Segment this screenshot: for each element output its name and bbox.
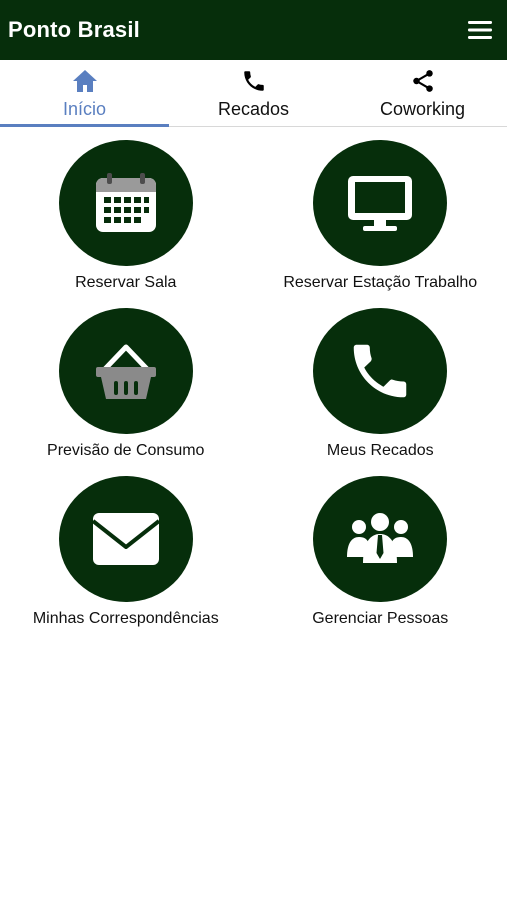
tile-label: Minhas Correspondências <box>32 610 219 627</box>
tab-inicio[interactable]: Início <box>0 60 169 127</box>
tab-label: Início <box>62 99 107 119</box>
menu-grid: Reservar Sala Reservar Estação Trabalho <box>0 127 507 628</box>
envelope-icon <box>91 513 160 565</box>
phone-icon <box>354 344 407 398</box>
tile-circle <box>58 476 193 602</box>
people-icon <box>347 513 414 563</box>
meus-recados-tile[interactable]: Meus Recados <box>254 308 507 460</box>
phone-icon <box>243 71 264 91</box>
share-icon <box>412 70 433 92</box>
menu-button[interactable] <box>463 13 497 47</box>
tile-label: Previsão de Consumo <box>47 442 205 459</box>
minhas-correspondencias-tile[interactable]: Minhas Correspondências <box>0 476 253 628</box>
tile-circle <box>58 140 193 266</box>
gerenciar-pessoas-tile[interactable]: Gerenciar Pessoas <box>254 476 507 628</box>
app-title: Ponto Brasil <box>8 17 140 42</box>
tile-label: Gerenciar Pessoas <box>312 610 449 627</box>
reservar-sala-tile[interactable]: Reservar Sala <box>0 140 253 292</box>
tile-circle <box>313 308 448 434</box>
tile-circle <box>58 308 193 434</box>
monitor-icon <box>348 176 413 231</box>
tile-label: Reservar Sala <box>75 274 177 291</box>
previsao-de-consumo-tile[interactable]: Previsão de Consumo <box>0 308 253 460</box>
tab-label: Coworking <box>379 99 466 119</box>
app-header: Ponto Brasil <box>0 0 507 60</box>
hamburger-menu-icon <box>468 21 492 39</box>
calendar-icon <box>95 173 156 232</box>
tile-circle <box>313 140 448 266</box>
tab-recados[interactable]: Recados <box>169 60 338 126</box>
tile-circle <box>313 476 448 602</box>
home-icon <box>72 70 97 92</box>
tab-label: Recados <box>217 99 290 119</box>
tab-coworking[interactable]: Coworking <box>338 60 507 126</box>
reservar-estacao-trabalho-tile[interactable]: Reservar Estação Trabalho <box>254 140 507 292</box>
tab-bar: Início Recados Coworking <box>0 60 507 127</box>
basket-icon <box>95 344 156 399</box>
tile-label: Meus Recados <box>326 442 434 459</box>
app-screen: Ponto Brasil Início Recados Coworking Re… <box>0 0 507 900</box>
tile-label: Reservar Estação Trabalho <box>283 274 478 291</box>
